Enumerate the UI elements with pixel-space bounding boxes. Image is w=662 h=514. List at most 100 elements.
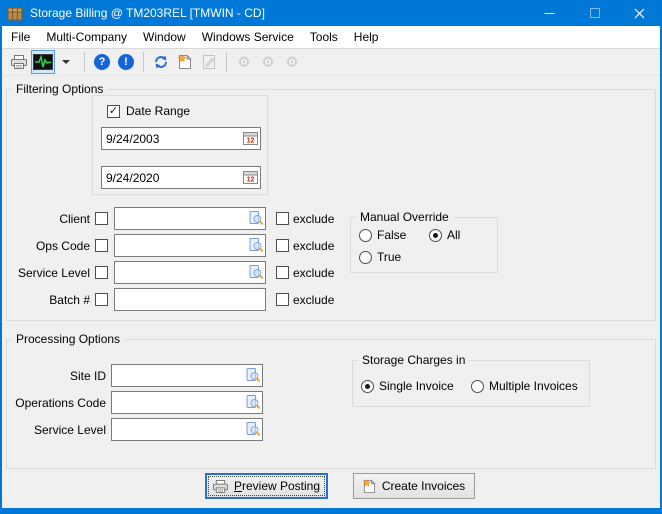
print-icon <box>213 480 228 493</box>
window-body: File Multi-Company Window Windows Servic… <box>2 26 660 508</box>
gear-icon[interactable]: ⚙ <box>256 50 280 74</box>
client-exclude-label: exclude <box>293 212 334 226</box>
date-range-checkbox[interactable] <box>107 105 120 118</box>
minimize-icon[interactable] <box>527 0 572 26</box>
toolbar-separator <box>84 52 85 72</box>
menu-bar: File Multi-Company Window Windows Servic… <box>2 26 660 48</box>
create-invoices-button[interactable]: Create Invoices <box>353 473 475 499</box>
storage-charges-label: Storage Charges in <box>358 353 469 367</box>
date-range-panel: Date Range 12 <box>92 95 268 195</box>
client-exclude-checkbox[interactable] <box>276 212 289 225</box>
svg-text:12: 12 <box>247 177 255 184</box>
client-input[interactable] <box>114 207 266 230</box>
svg-text:12: 12 <box>247 138 255 145</box>
site-id-label: Site ID <box>7 369 111 383</box>
gear-icon[interactable]: ⚙ <box>280 50 304 74</box>
manual-override-label: Manual Override <box>356 210 453 224</box>
lookup-icon[interactable] <box>246 395 260 409</box>
site-id-input[interactable] <box>111 364 263 387</box>
service-level-label: Service Level <box>7 266 95 280</box>
menu-window[interactable]: Window <box>135 27 194 47</box>
processing-options-group: Processing Options Site ID <box>6 339 656 469</box>
menu-multi-company[interactable]: Multi-Company <box>38 27 135 47</box>
service-level-input[interactable] <box>114 261 266 284</box>
filter-row-batch: Batch # exclude <box>7 288 334 311</box>
proc-row-service-level: Service Level <box>7 418 263 441</box>
window-title: Storage Billing @ TM203REL [TMWIN - CD] <box>30 6 265 20</box>
client-label: Client <box>7 212 95 226</box>
menu-file[interactable]: File <box>3 27 38 47</box>
operations-code-label: Operations Code <box>7 396 111 410</box>
form-content: Filtering Options Date Range 12 <box>2 77 660 508</box>
filter-row-service-level: Service Level exclude <box>7 261 334 284</box>
manual-override-false-radio[interactable]: False <box>359 228 406 242</box>
gear-icon[interactable]: ⚙ <box>232 50 256 74</box>
help-icon[interactable]: ? <box>90 50 114 74</box>
storage-charges-group: Storage Charges in Single Invoice Multip… <box>352 360 590 407</box>
ops-code-exclude-label: exclude <box>293 239 334 253</box>
create-invoices-text: Create Invoices <box>382 479 465 493</box>
calendar-icon[interactable]: 12 <box>243 170 258 184</box>
caption-buttons <box>527 0 662 26</box>
maximize-icon[interactable] <box>572 0 617 26</box>
processing-options-label: Processing Options <box>12 332 124 346</box>
ops-code-exclude-checkbox[interactable] <box>276 239 289 252</box>
calendar-icon[interactable]: 12 <box>243 131 258 145</box>
menu-help[interactable]: Help <box>346 27 387 47</box>
toolbar: ? ! <box>2 48 660 76</box>
app-window: Storage Billing @ TM203REL [TMWIN - CD] … <box>0 0 662 514</box>
warehouse-box-icon <box>7 6 23 21</box>
print-icon[interactable] <box>7 50 31 74</box>
filter-row-client: Client exclude <box>7 207 334 230</box>
service-level-exclude-checkbox[interactable] <box>276 266 289 279</box>
date-from-input[interactable] <box>101 127 261 150</box>
lookup-icon[interactable] <box>246 368 260 382</box>
date-range-label: Date Range <box>126 104 190 118</box>
new-document-icon[interactable] <box>173 50 197 74</box>
manual-override-true-radio[interactable]: True <box>359 250 401 264</box>
date-to-field-wrap: 12 <box>101 166 261 189</box>
operations-code-input[interactable] <box>111 391 263 414</box>
filtering-options-label: Filtering Options <box>12 82 107 96</box>
date-to-input[interactable] <box>101 166 261 189</box>
lookup-icon[interactable] <box>246 422 260 436</box>
service-level-exclude-label: exclude <box>293 266 334 280</box>
dropdown-arrow-icon[interactable] <box>55 50 79 74</box>
batch-exclude-checkbox[interactable] <box>276 293 289 306</box>
batch-label: Batch # <box>7 293 95 307</box>
batch-checkbox[interactable] <box>95 293 108 306</box>
proc-service-level-label: Service Level <box>7 423 111 437</box>
manual-override-group: Manual Override False All True <box>350 217 498 273</box>
proc-service-level-input[interactable] <box>111 418 263 441</box>
multiple-invoices-radio[interactable]: Multiple Invoices <box>471 379 578 393</box>
menu-tools[interactable]: Tools <box>302 27 346 47</box>
ops-code-checkbox[interactable] <box>95 239 108 252</box>
batch-input[interactable] <box>114 288 266 311</box>
lookup-icon[interactable] <box>249 265 263 279</box>
ops-code-input[interactable] <box>114 234 266 257</box>
refresh-icon[interactable] <box>149 50 173 74</box>
single-invoice-radio[interactable]: Single Invoice <box>361 379 454 393</box>
toolbar-separator <box>226 52 227 72</box>
info-icon[interactable]: ! <box>114 50 138 74</box>
lookup-icon[interactable] <box>249 238 263 252</box>
edit-document-icon[interactable] <box>197 50 221 74</box>
client-checkbox[interactable] <box>95 212 108 225</box>
manual-override-all-radio[interactable]: All <box>429 228 460 242</box>
ops-code-label: Ops Code <box>7 239 95 253</box>
toolbar-separator <box>143 52 144 72</box>
preview-posting-mnemonic: P <box>234 479 242 493</box>
preview-posting-button[interactable]: Preview Posting <box>205 473 328 499</box>
date-from-field-wrap: 12 <box>101 127 261 150</box>
activity-monitor-icon[interactable] <box>31 50 55 74</box>
title-bar: Storage Billing @ TM203REL [TMWIN - CD] <box>0 0 662 26</box>
filter-row-ops-code: Ops Code exclude <box>7 234 334 257</box>
service-level-checkbox[interactable] <box>95 266 108 279</box>
lookup-icon[interactable] <box>249 211 263 225</box>
batch-exclude-label: exclude <box>293 293 334 307</box>
close-icon[interactable] <box>617 0 662 26</box>
proc-row-site-id: Site ID <box>7 364 263 387</box>
new-document-icon <box>363 479 376 494</box>
preview-posting-text: review Posting <box>242 479 320 493</box>
menu-windows-service[interactable]: Windows Service <box>194 27 302 47</box>
